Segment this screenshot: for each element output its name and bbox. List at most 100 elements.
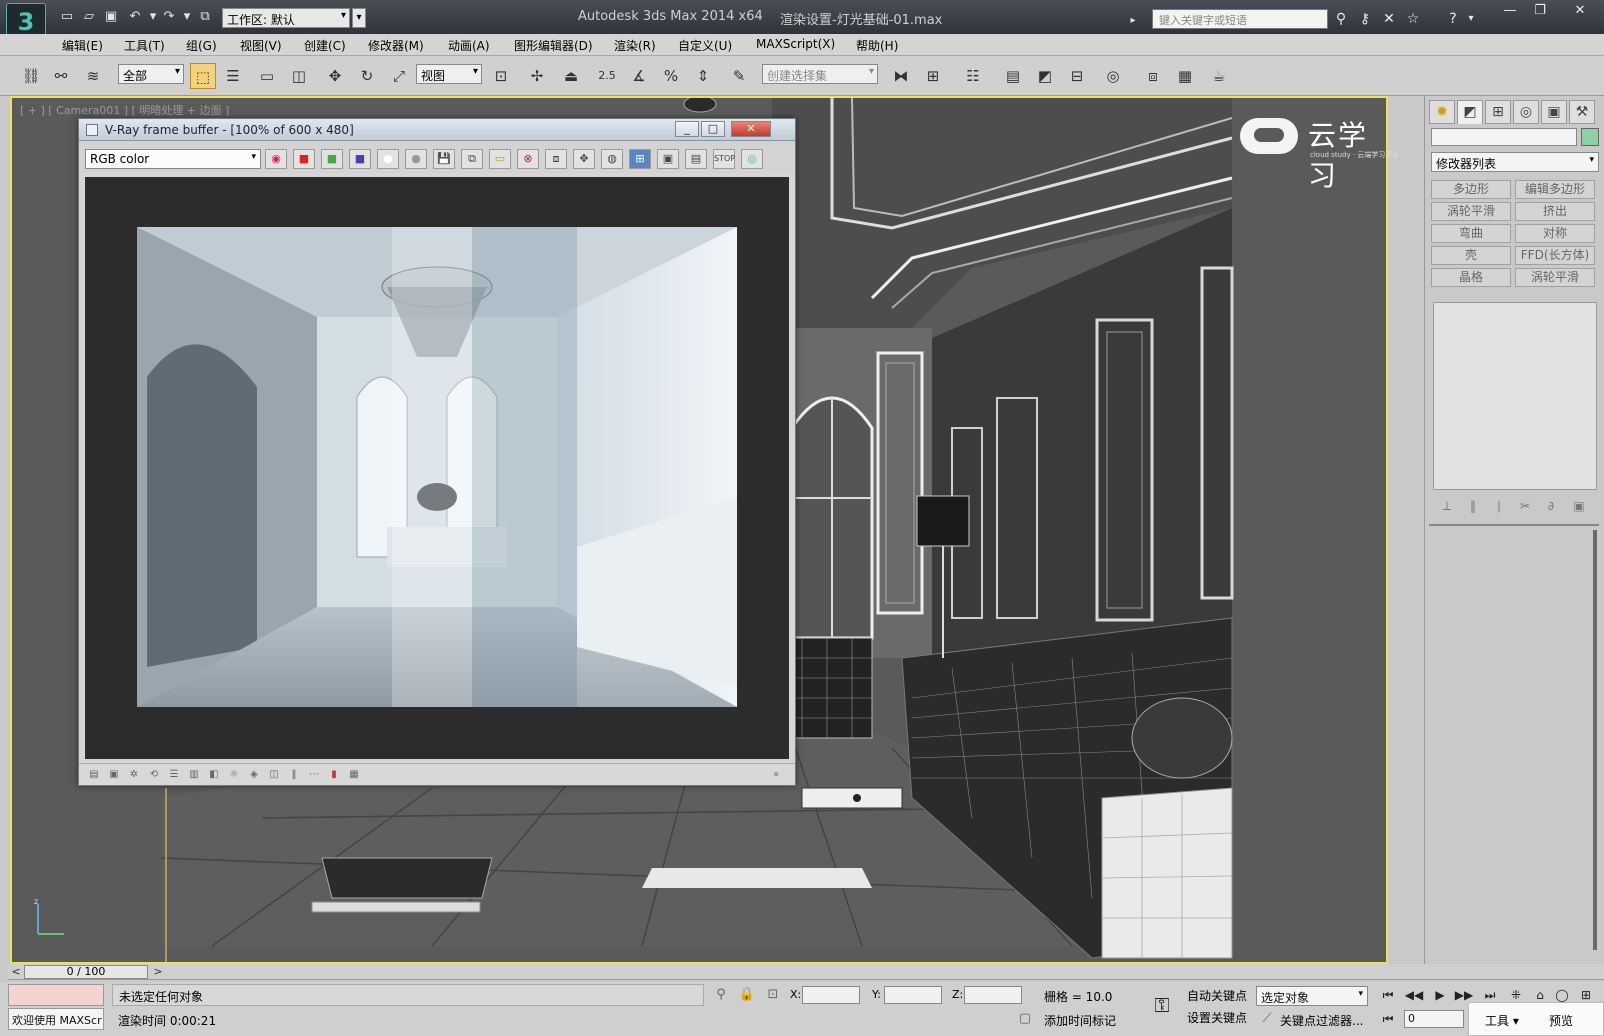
menu-modifiers[interactable]: 修改器(M) — [368, 37, 424, 54]
select-and-link-icon[interactable]: ⛓ — [18, 63, 44, 89]
curve-editor-icon[interactable]: ◩ — [1032, 63, 1058, 89]
make-unique-icon[interactable]: ∣ — [1491, 498, 1507, 514]
vfb-levels-icon[interactable]: ☰ — [167, 768, 181, 782]
clear-image-icon[interactable]: ⊗ — [517, 149, 539, 169]
configure-sets-icon[interactable]: ∂ — [1543, 498, 1559, 514]
x-coordinate-field[interactable] — [802, 986, 860, 1004]
menu-tools[interactable]: 工具(T) — [124, 37, 165, 54]
spinner-snap-icon[interactable]: ⇕ — [690, 63, 716, 89]
red-channel-icon[interactable]: ■ — [293, 149, 315, 169]
reference-coord-select[interactable]: 视图 ▾ — [416, 64, 482, 84]
menu-graph-editors[interactable]: 图形编辑器(D) — [514, 37, 593, 54]
redo-icon[interactable]: ↷ — [160, 9, 178, 25]
alpha-channel-icon[interactable]: ● — [377, 149, 399, 169]
open-folder-icon[interactable]: ▭ — [489, 149, 511, 169]
go-to-start-icon[interactable]: ⏮ — [1378, 986, 1398, 1004]
default-in-out-tangent-icon[interactable]: ⟋ — [1258, 1010, 1276, 1028]
duplicate-to-max-vfb-icon[interactable]: ⧈ — [545, 149, 567, 169]
edit-named-selection-icon[interactable]: ✎ — [726, 63, 752, 89]
modifier-button[interactable]: 涡轮平滑 — [1515, 268, 1595, 287]
vfb-info-icon[interactable]: ⋯ — [307, 768, 321, 782]
schematic-view-icon[interactable]: ⊟ — [1064, 63, 1090, 89]
current-frame-field[interactable]: 0 — [1404, 1010, 1464, 1028]
region-render-icon[interactable]: ◍ — [601, 149, 623, 169]
modifier-button[interactable]: 多边形 — [1431, 180, 1511, 199]
redo-dropdown-icon[interactable]: ▾ — [178, 9, 196, 25]
hierarchy-tab-icon[interactable]: ⊞ — [1485, 100, 1511, 124]
track-mouse-icon[interactable]: ✥ — [573, 149, 595, 169]
previous-frame-icon[interactable]: ◀◀ — [1404, 986, 1424, 1004]
undo-icon[interactable]: ↶ — [126, 9, 144, 25]
menu-animation[interactable]: 动画(A) — [448, 37, 490, 54]
percent-snap-icon[interactable]: % — [658, 63, 684, 89]
link-to-vfb-icon[interactable]: ⊞ — [629, 149, 651, 169]
expand-arrow-icon[interactable]: ▸ — [1124, 12, 1142, 30]
select-and-move-icon[interactable]: ✥ — [322, 63, 348, 89]
absolute-mode-icon[interactable]: ⊡ — [764, 986, 782, 1004]
vfb-lens-effects-icon[interactable]: ◈ — [247, 768, 261, 782]
named-selection-sets-select[interactable]: 创建选择集 ▾ — [762, 64, 878, 84]
project-folder-icon[interactable]: ⧉ — [196, 9, 214, 25]
add-time-tag[interactable]: 添加时间标记 — [1044, 1012, 1116, 1029]
selection-lock-icon[interactable]: 🔒 — [738, 986, 756, 1004]
maxscript-listener-mini[interactable] — [8, 984, 104, 1006]
create-tab-icon[interactable]: ✹ — [1429, 100, 1455, 124]
toggle-ribbon-icon[interactable]: ▤ — [1000, 63, 1026, 89]
angle-snap-icon[interactable]: ∡ — [626, 63, 652, 89]
select-by-name-icon[interactable]: ☰ — [220, 63, 246, 89]
save-icon[interactable]: ▣ — [102, 9, 120, 25]
vfb-close-button[interactable]: ✕ — [731, 121, 771, 137]
preview-button[interactable]: 预览 — [1549, 1012, 1573, 1029]
layer-explorer-icon[interactable]: ☷ — [960, 63, 986, 89]
close-window-button[interactable]: ✕ — [1566, 2, 1594, 20]
show-end-result-icon[interactable]: ‖ — [1465, 498, 1481, 514]
monochrome-icon[interactable]: ● — [405, 149, 427, 169]
vfb-channels-bar-icon[interactable]: ▮ — [327, 768, 341, 782]
keyboard-shortcut-override-icon[interactable]: ⏏ — [558, 63, 584, 89]
render-setup-icon[interactable]: ⧈ — [1140, 63, 1166, 89]
open-file-icon[interactable]: ▱ — [80, 9, 98, 25]
material-editor-icon[interactable]: ◎ — [1100, 63, 1126, 89]
vfb-background-icon[interactable]: ☼ — [227, 768, 241, 782]
bind-to-space-warp-icon[interactable]: ≋ — [80, 63, 106, 89]
select-manipulate-icon[interactable]: ✢ — [524, 63, 550, 89]
modifier-button[interactable]: 对称 — [1515, 224, 1595, 243]
key-mode-select[interactable]: 选定对象 ▾ — [1256, 986, 1368, 1006]
render-last-icon[interactable]: ◎ — [741, 149, 763, 169]
menu-create[interactable]: 创建(C) — [304, 37, 346, 54]
menu-group[interactable]: 组(G) — [186, 37, 217, 54]
utilities-tab-icon[interactable]: ⚒ — [1569, 100, 1595, 124]
modifier-button[interactable]: 晶格 — [1431, 268, 1511, 287]
vfb-history-icon[interactable]: ▤ — [87, 768, 101, 782]
rendered-frame-window-icon[interactable]: ▦ — [1172, 63, 1198, 89]
infocenter-search-input[interactable]: 键入关键字或短语 — [1152, 9, 1328, 29]
modifier-button[interactable]: 编辑多边形 — [1515, 180, 1595, 199]
binoculars-icon[interactable]: ⚲ — [1332, 10, 1350, 28]
maxscript-welcome[interactable]: 欢迎使用 MAXScr — [8, 1008, 104, 1030]
y-coordinate-field[interactable] — [884, 986, 942, 1004]
menu-views[interactable]: 视图(V) — [240, 37, 282, 54]
save-image-icon[interactable]: 💾 — [433, 149, 455, 169]
align-icon[interactable]: ⊞ — [920, 63, 946, 89]
render-production-icon[interactable]: ☕ — [1206, 63, 1232, 89]
set-key-icon[interactable]: ⚿ — [1148, 994, 1176, 1016]
key-filters-button[interactable]: 关键点过滤器... — [1280, 1012, 1363, 1029]
configure-modifier-sets-icon[interactable]: ▣ — [1571, 498, 1587, 514]
isolate-selection-icon[interactable]: ⚲ — [712, 986, 730, 1004]
subscription-icon[interactable]: ⚷ — [1356, 10, 1374, 28]
vfb-ab-icon[interactable]: ‖ — [287, 768, 301, 782]
vfb-settings-icon[interactable]: ▣ — [107, 768, 121, 782]
motion-tab-icon[interactable]: ◎ — [1513, 100, 1539, 124]
rectangular-selection-icon[interactable]: ▭ — [254, 63, 280, 89]
select-object-icon[interactable]: ⬚ — [190, 63, 216, 89]
play-icon[interactable]: ▶ — [1430, 986, 1450, 1004]
menu-maxscript[interactable]: MAXScript(X) — [756, 37, 835, 51]
set-key-button[interactable]: 设置关键点 — [1184, 1008, 1250, 1028]
z-coordinate-field[interactable] — [964, 986, 1022, 1004]
vfb-exposure-icon[interactable]: ✲ — [127, 768, 141, 782]
display-tab-icon[interactable]: ▣ — [1541, 100, 1567, 124]
time-slider[interactable]: 0 / 100 — [24, 965, 148, 979]
vfb-curve-icon[interactable]: ⟲ — [147, 768, 161, 782]
pixel-info-icon[interactable]: ▤ — [685, 149, 707, 169]
pin-stack-icon[interactable]: ⟂ — [1439, 498, 1455, 514]
